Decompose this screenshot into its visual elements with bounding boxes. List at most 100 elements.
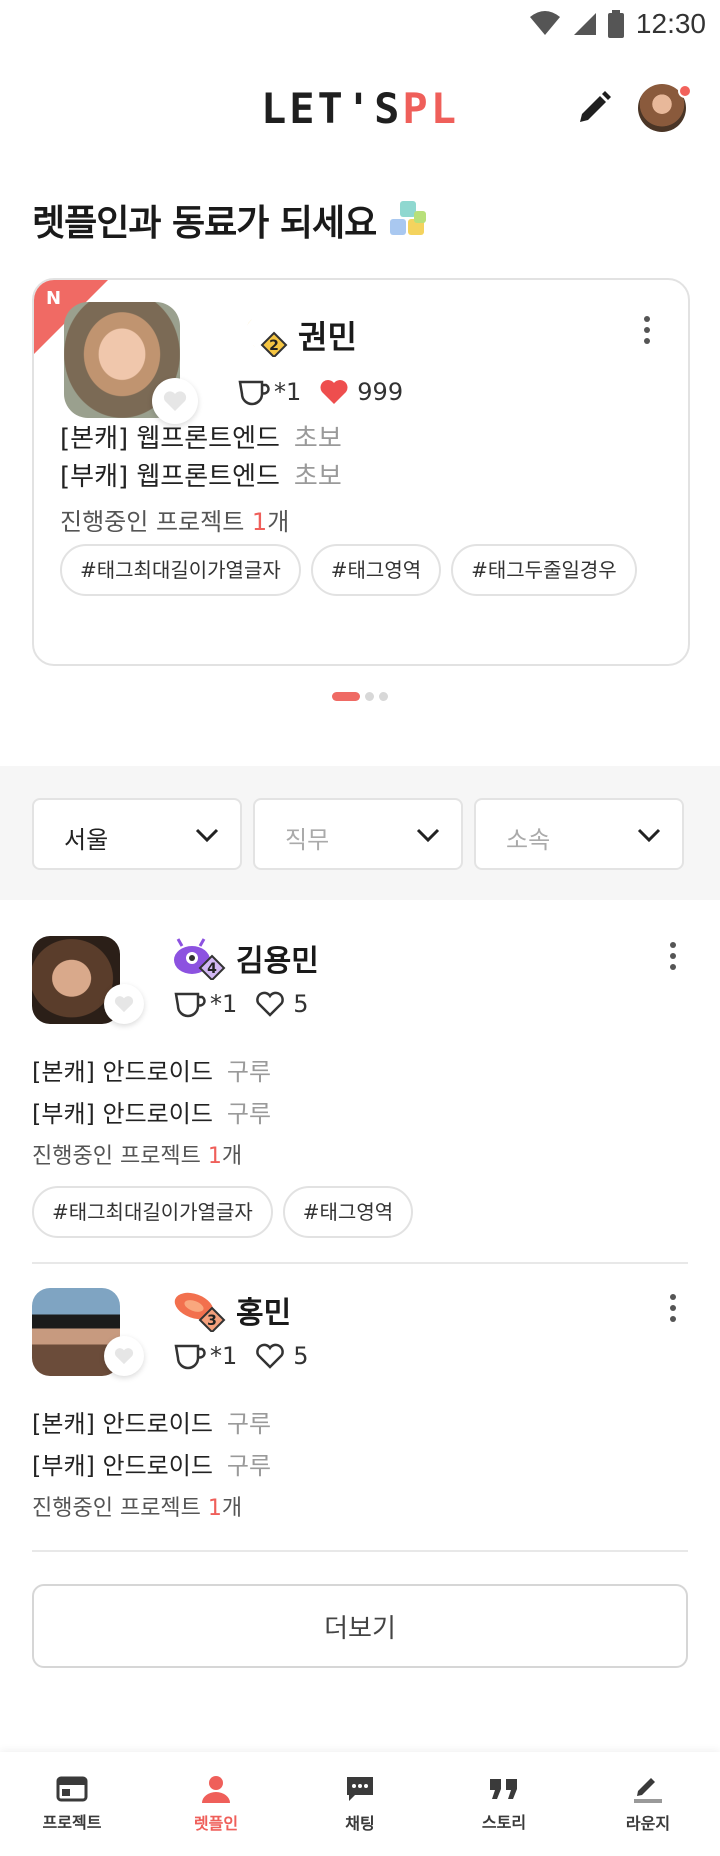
pencil-icon xyxy=(580,91,611,122)
list-item[interactable]: 3 홍민 *1 5 [본캐] 안드로이드 구루 [부캐] 안드로이드 구루 진행중인… xyxy=(32,1288,688,1538)
like-button[interactable] xyxy=(104,984,144,1024)
project-unit: 개 xyxy=(221,1144,243,1169)
job-filter-select[interactable]: 직무 xyxy=(253,798,463,870)
coffee-cup-icon xyxy=(238,380,270,406)
stats-row: *1 999 xyxy=(238,378,403,406)
pager-dot[interactable] xyxy=(365,692,374,701)
pager-dot[interactable] xyxy=(379,692,388,701)
status-time: 12:30 xyxy=(635,8,706,39)
section-title: 렛플인과 동료가 되세요 xyxy=(32,194,430,246)
sub-role: [부캐] 안드로이드 구루 xyxy=(32,1446,271,1481)
stats-row: *1 5 xyxy=(174,1342,309,1370)
bottom-navigation: 프로젝트 렛플인 채팅 스토리 라운지 xyxy=(0,1752,720,1856)
tag-chip[interactable]: #태그영역 xyxy=(282,1186,414,1238)
list-divider xyxy=(32,1550,688,1552)
item2-level-number: 3 xyxy=(207,1313,217,1329)
disc-level-badge-icon: 3 xyxy=(174,1292,226,1332)
like-count: 5 xyxy=(293,990,309,1018)
blocks-emoji-icon xyxy=(390,201,427,235)
sub-role-text: [부캐] 웹프론트엔드 xyxy=(60,462,280,492)
sub-role-level: 구루 xyxy=(226,1452,272,1480)
status-icons: 12:30 xyxy=(529,8,706,40)
kebab-dot xyxy=(670,942,676,948)
nav-tab-project[interactable]: 프로젝트 xyxy=(0,1752,144,1856)
coffee-count: *1 xyxy=(210,1342,238,1370)
nav-label: 렛플인 xyxy=(193,1814,239,1833)
profile-name: 홍민 xyxy=(236,1296,292,1331)
carousel-pager xyxy=(0,692,720,701)
wifi-icon xyxy=(529,11,560,35)
heart-filled-icon xyxy=(320,380,348,404)
sub-role-text: [부캐] 안드로이드 xyxy=(32,1100,213,1128)
tag-chip[interactable]: #태그최대길이가열글자 xyxy=(60,544,301,596)
nav-label: 스토리 xyxy=(481,1813,527,1832)
main-role-text: [본캐] 웹프론트엔드 xyxy=(60,424,280,454)
nav-tab-story[interactable]: 스토리 xyxy=(432,1752,576,1856)
main-role-level: 초보 xyxy=(293,424,342,454)
heart-outline-icon xyxy=(114,1348,134,1365)
main-role: [본캐] 안드로이드 구루 xyxy=(32,1404,271,1439)
load-more-button[interactable]: 더보기 xyxy=(32,1584,688,1668)
chat-icon xyxy=(347,1777,373,1801)
item1-level-number: 4 xyxy=(207,961,217,977)
more-options-button[interactable] xyxy=(658,1288,688,1328)
pager-dot-active[interactable] xyxy=(332,692,360,701)
project-label: 진행중인 프로젝트 xyxy=(32,1496,208,1521)
nav-label: 라운지 xyxy=(625,1814,671,1833)
heart-outline-icon xyxy=(114,996,134,1013)
like-button[interactable] xyxy=(104,1336,144,1376)
nav-label: 채팅 xyxy=(345,1814,375,1833)
project-label: 진행중인 프로젝트 xyxy=(32,1144,208,1169)
project-label: 진행중인 프로젝트 xyxy=(60,508,252,536)
sub-role: [부캐] 안드로이드 구루 xyxy=(32,1094,271,1129)
name-row: 2 권민 xyxy=(234,312,357,358)
tag-chip[interactable]: #태그영역 xyxy=(310,544,442,596)
nav-tab-lounge[interactable]: 라운지 xyxy=(576,1752,720,1856)
main-role-level: 구루 xyxy=(226,1058,272,1086)
main-role: [본캐] 웹프론트엔드 초보 xyxy=(60,418,342,455)
project-count-line: 진행중인 프로젝트 1개 xyxy=(32,1490,242,1522)
tag-chip[interactable]: #태그최대길이가열글자 xyxy=(32,1186,273,1238)
project-count: 1 xyxy=(207,1496,222,1521)
nav-tab-chat[interactable]: 채팅 xyxy=(288,1752,432,1856)
like-count: 5 xyxy=(293,1342,309,1370)
kebab-dot xyxy=(670,1316,676,1322)
kebab-dot xyxy=(670,1294,676,1300)
kebab-dot xyxy=(644,338,650,344)
section-title-text: 렛플인과 동료가 되세요 xyxy=(32,203,377,244)
tag-chip[interactable]: #태그두줄일경우 xyxy=(451,544,637,596)
chevron-down-icon xyxy=(195,828,219,843)
write-button[interactable] xyxy=(572,86,616,130)
monster-level-badge-icon: 4 xyxy=(174,938,226,980)
app-header: LET'SPL xyxy=(0,70,720,150)
heart-outline-icon xyxy=(256,1343,285,1369)
nav-tab-letsplin[interactable]: 렛플인 xyxy=(144,1752,288,1856)
coffee-cup-icon xyxy=(174,992,206,1018)
featured-profile-card[interactable]: N 2 권민 *1 999 [본캐] 웹프론트엔드 초보 [부캐] 웹프론트엔드 초… xyxy=(32,278,690,666)
project-unit: 개 xyxy=(221,1496,243,1521)
affiliation-filter-placeholder: 소속 xyxy=(506,826,551,854)
chevron-down-icon xyxy=(637,828,661,843)
logo-text-part1: LET'S xyxy=(260,84,403,133)
main-role-text: [본캐] 안드로이드 xyxy=(32,1058,213,1086)
sub-role-level: 초보 xyxy=(293,462,342,492)
like-count: 999 xyxy=(357,378,404,406)
heart-outline-icon xyxy=(163,391,187,411)
coffee-cup-icon xyxy=(174,1344,206,1370)
moon-level-badge-icon: 2 xyxy=(245,317,288,357)
region-filter-select[interactable]: 서울 xyxy=(32,798,242,870)
quote-icon xyxy=(490,1779,517,1799)
coffee-count: *1 xyxy=(274,378,302,406)
heart-outline-icon xyxy=(256,991,285,1017)
sub-role: [부캐] 웹프론트엔드 초보 xyxy=(60,456,342,493)
profile-name: 김용민 xyxy=(236,944,319,979)
more-options-button[interactable] xyxy=(658,936,688,976)
affiliation-filter-select[interactable]: 소속 xyxy=(474,798,684,870)
list-item[interactable]: 4 김용민 *1 5 [본캐] 안드로이드 구루 [부캐] 안드로이드 구루 진행중… xyxy=(32,936,688,1260)
kebab-dot xyxy=(670,964,676,970)
region-filter-value: 서울 xyxy=(64,826,109,854)
more-options-button[interactable] xyxy=(632,310,662,350)
name-row: 3 홍민 xyxy=(172,1288,291,1332)
cellular-signal-icon xyxy=(573,13,596,35)
pen-icon xyxy=(634,1778,662,1803)
